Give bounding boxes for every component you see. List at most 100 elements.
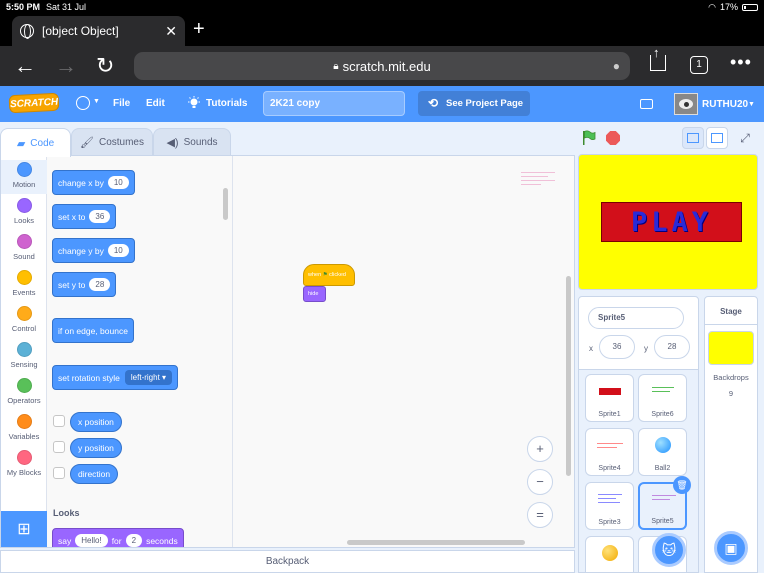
workspace-vertical-scrollbar[interactable] bbox=[566, 276, 571, 476]
category-sensing[interactable]: Sensing bbox=[1, 342, 47, 369]
block-input[interactable]: 36 bbox=[89, 210, 111, 223]
url-bar[interactable]: 🔒︎ scratch.mit.edu ● bbox=[134, 52, 630, 80]
tab-count-button[interactable]: 1 bbox=[690, 56, 708, 74]
sprite-thumb[interactable]: Sprite4 bbox=[585, 428, 634, 476]
block-direction[interactable]: direction bbox=[70, 464, 119, 484]
block-set-rotation-style[interactable]: set rotation style left-right ▾ bbox=[52, 365, 179, 390]
trash-icon[interactable]: 🗑︎ bbox=[673, 476, 691, 494]
play-sprite[interactable]: PLAY bbox=[601, 202, 742, 242]
block-set-y[interactable]: set y to 28 bbox=[52, 272, 117, 297]
block-input[interactable]: 2 bbox=[125, 534, 143, 547]
status-bar: 5:50 PM Sat 31 Jul ◠ 17% bbox=[0, 0, 764, 14]
sensing-dot-icon bbox=[16, 342, 32, 357]
large-stage-button[interactable] bbox=[706, 127, 728, 149]
brush-icon: 🖌︎ bbox=[80, 137, 94, 149]
tab-sounds[interactable]: ◀︎) Sounds bbox=[153, 128, 231, 156]
see-project-page-button[interactable]: ⟲ See Project Page bbox=[418, 91, 530, 116]
zoom-in-button[interactable]: + bbox=[527, 436, 553, 462]
looks-dot-icon bbox=[16, 198, 32, 213]
block-input[interactable]: 10 bbox=[107, 176, 129, 189]
folder-icon[interactable] bbox=[640, 99, 653, 109]
share-icon[interactable] bbox=[650, 45, 666, 71]
stage[interactable]: PLAY bbox=[578, 154, 758, 290]
forward-arrow-icon[interactable]: → bbox=[55, 52, 77, 80]
user-avatar[interactable] bbox=[674, 93, 698, 115]
project-title-input[interactable]: 2K21 copy bbox=[263, 91, 405, 116]
category-events[interactable]: Events bbox=[1, 270, 47, 297]
username[interactable]: RUTHU20 bbox=[702, 99, 748, 110]
block-x-position[interactable]: x position bbox=[70, 412, 122, 432]
sprite-label: Sprite5 bbox=[651, 518, 674, 525]
block-if-on-edge-bounce[interactable]: if on edge, bounce bbox=[52, 318, 134, 343]
sprite-thumb[interactable]: Ball2 bbox=[638, 428, 687, 476]
category-operators[interactable]: Operators bbox=[1, 378, 47, 405]
code-blocks-icon: ▰ bbox=[16, 137, 26, 150]
script-hide[interactable]: hide bbox=[303, 286, 326, 302]
wifi-icon: ◠ bbox=[708, 1, 716, 12]
block-set-x[interactable]: set x to 36 bbox=[52, 204, 117, 229]
scratch-menu-bar: SCRATCH ▼ File Edit Tutorials 2K21 copy … bbox=[0, 86, 764, 122]
category-control[interactable]: Control bbox=[1, 306, 47, 333]
scratch-logo[interactable]: SCRATCH bbox=[8, 92, 60, 114]
stage-backdrop-thumbnail bbox=[708, 331, 754, 365]
close-icon[interactable]: ✕ bbox=[165, 23, 177, 40]
direction-checkbox[interactable] bbox=[53, 467, 65, 479]
sprite-thumb[interactable]: Sprite6 bbox=[638, 374, 687, 422]
microphone-icon[interactable]: ● bbox=[613, 59, 620, 73]
new-tab-icon[interactable]: + bbox=[193, 18, 205, 41]
add-backdrop-button[interactable]: ▣ bbox=[714, 531, 748, 565]
x-position-checkbox[interactable] bbox=[53, 415, 65, 427]
palette-scrollbar[interactable] bbox=[223, 188, 228, 220]
sprite-image bbox=[594, 489, 626, 511]
tab-code[interactable]: ▰ Code bbox=[0, 128, 71, 157]
block-label: y position bbox=[78, 443, 114, 453]
backdrops-count: 9 bbox=[728, 389, 734, 398]
block-input[interactable]: 10 bbox=[107, 244, 129, 257]
block-y-position[interactable]: y position bbox=[70, 438, 122, 458]
block-input[interactable]: Hello! bbox=[75, 534, 108, 547]
block-change-x[interactable]: change x by 10 bbox=[52, 170, 135, 195]
more-icon[interactable]: ••• bbox=[730, 52, 752, 73]
add-sprite-button[interactable]: 🐱︎ bbox=[652, 533, 686, 567]
workspace-horizontal-scrollbar[interactable] bbox=[347, 540, 525, 545]
edit-menu[interactable]: Edit bbox=[146, 98, 165, 109]
sprite-thumb[interactable]: Sprite3 bbox=[585, 482, 634, 530]
small-stage-button[interactable] bbox=[682, 127, 704, 149]
language-globe-icon[interactable] bbox=[76, 96, 90, 110]
script-when-flag-clicked[interactable]: when ⚑ clicked bbox=[303, 264, 355, 286]
stop-icon[interactable] bbox=[606, 131, 620, 145]
block-change-y[interactable]: change y by 10 bbox=[52, 238, 135, 263]
zoom-reset-button[interactable]: = bbox=[527, 502, 553, 528]
back-arrow-icon[interactable]: ← bbox=[14, 52, 36, 80]
category-sound[interactable]: Sound bbox=[1, 234, 47, 261]
category-motion[interactable]: Motion bbox=[1, 160, 47, 194]
y-field[interactable]: 28 bbox=[654, 335, 690, 359]
file-menu[interactable]: File bbox=[113, 98, 130, 109]
sprite-name-field[interactable]: Sprite5 bbox=[588, 307, 684, 329]
x-field[interactable]: 36 bbox=[599, 335, 635, 359]
stage-controls: ⤢ bbox=[576, 127, 764, 151]
tutorials-menu[interactable]: Tutorials bbox=[206, 98, 247, 109]
sprite-thumb[interactable]: Sprite1 bbox=[585, 374, 634, 422]
sound-dot-icon bbox=[16, 234, 32, 249]
y-position-checkbox[interactable] bbox=[53, 441, 65, 453]
fullscreen-icon[interactable]: ⤢ bbox=[734, 127, 756, 149]
backpack[interactable]: Backpack bbox=[0, 550, 575, 573]
category-looks[interactable]: Looks bbox=[1, 198, 47, 225]
reload-icon[interactable]: ↻ bbox=[96, 52, 114, 80]
block-input[interactable]: 28 bbox=[89, 278, 111, 291]
tab-costumes[interactable]: 🖌︎ Costumes bbox=[71, 128, 153, 156]
block-label: clicked bbox=[329, 272, 346, 278]
category-variables[interactable]: Variables bbox=[1, 414, 47, 441]
browser-tab[interactable]: [object Object] ✕ bbox=[12, 16, 185, 46]
zoom-out-button[interactable]: − bbox=[527, 469, 553, 495]
block-say-for-seconds[interactable]: say Hello! for 2 seconds bbox=[52, 528, 184, 547]
green-flag-icon[interactable] bbox=[582, 130, 596, 146]
battery-percent: 17% bbox=[719, 2, 738, 12]
script-workspace[interactable]: when ⚑ clicked hide + − = bbox=[233, 156, 574, 547]
rotation-style-dropdown[interactable]: left-right ▾ bbox=[124, 370, 173, 385]
sprite-thumb[interactable] bbox=[585, 536, 634, 572]
category-menu: Motion Looks Sound Events Control Sensin… bbox=[1, 156, 47, 547]
add-extension-button[interactable]: ⊞ bbox=[1, 511, 47, 547]
category-my-blocks[interactable]: My Blocks bbox=[1, 450, 47, 477]
